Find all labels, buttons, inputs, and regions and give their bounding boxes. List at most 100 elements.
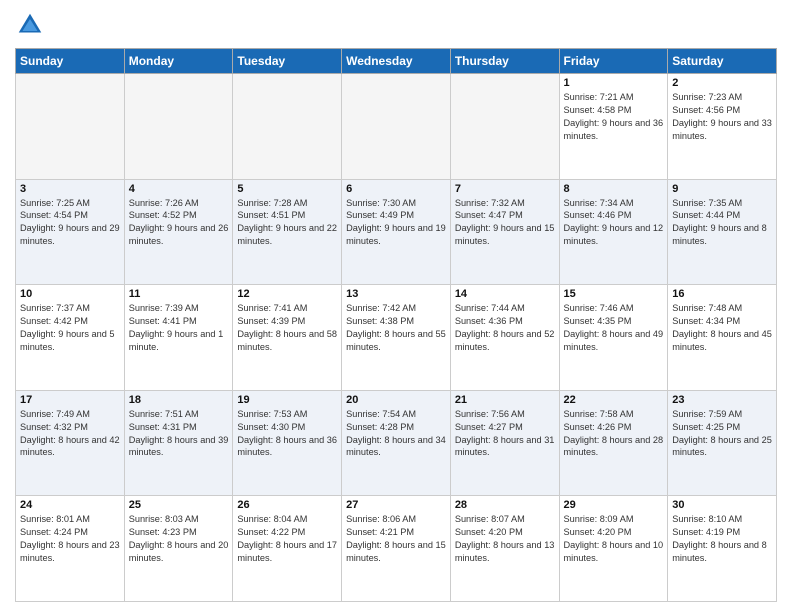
day-info: Sunrise: 7:46 AMSunset: 4:35 PMDaylight:…: [564, 302, 664, 354]
day-number: 2: [672, 77, 772, 89]
calendar-cell: 30 Sunrise: 8:10 AMSunset: 4:19 PMDayligh…: [668, 496, 777, 602]
calendar-cell: 18Sunrise: 7:51 AMSunset: 4:31 PMDayligh…: [124, 390, 233, 496]
day-info: Sunrise: 7:53 AMSunset: 4:30 PMDaylight:…: [237, 408, 337, 460]
day-info: Sunrise: 8:10 AMSunset: 4:19 PMDaylight:…: [672, 513, 772, 565]
day-info: Sunrise: 7:56 AMSunset: 4:27 PMDaylight:…: [455, 408, 555, 460]
calendar-cell: [342, 74, 451, 180]
day-number: 28: [455, 499, 555, 511]
day-number: 3: [20, 183, 120, 195]
day-number: 21: [455, 394, 555, 406]
day-info: Sunrise: 7:26 AMSunset: 4:52 PMDaylight:…: [129, 197, 229, 249]
day-info: Sunrise: 7:30 AMSunset: 4:49 PMDaylight:…: [346, 197, 446, 249]
day-info: Sunrise: 8:07 AMSunset: 4:20 PMDaylight:…: [455, 513, 555, 565]
calendar-cell: 12 Sunrise: 7:41 AMSunset: 4:39 PMDayligh…: [233, 285, 342, 391]
day-info: Sunrise: 7:21 AMSunset: 4:58 PMDaylight:…: [564, 91, 664, 143]
day-number: 17: [20, 394, 120, 406]
day-number: 6: [346, 183, 446, 195]
day-info: Sunrise: 7:58 AMSunset: 4:26 PMDaylight:…: [564, 408, 664, 460]
weekday-header-monday: Monday: [124, 49, 233, 74]
calendar-cell: 6 Sunrise: 7:30 AMSunset: 4:49 PMDaylight…: [342, 179, 451, 285]
calendar-cell: 11 Sunrise: 7:39 AMSunset: 4:41 PMDayligh…: [124, 285, 233, 391]
day-number: 14: [455, 288, 555, 300]
week-row-4: 17 Sunrise: 7:49 AMSunset: 4:32 PMDayligh…: [16, 390, 777, 496]
header: [15, 10, 777, 40]
day-info: Sunrise: 7:59 AMSunset: 4:25 PMDaylight:…: [672, 408, 772, 460]
calendar-cell: [124, 74, 233, 180]
day-info: Sunrise: 7:41 AMSunset: 4:39 PMDaylight:…: [237, 302, 337, 354]
day-info: Sunrise: 8:04 AMSunset: 4:22 PMDaylight:…: [237, 513, 337, 565]
day-info: Sunrise: 7:28 AMSunset: 4:51 PMDaylight:…: [237, 197, 337, 249]
calendar-cell: 29 Sunrise: 8:09 AMSunset: 4:20 PMDayligh…: [559, 496, 668, 602]
day-info: Sunrise: 7:49 AMSunset: 4:32 PMDaylight:…: [20, 408, 120, 460]
day-info: Sunrise: 7:34 AMSunset: 4:46 PMDaylight:…: [564, 197, 664, 249]
calendar-cell: [233, 74, 342, 180]
calendar-cell: [450, 74, 559, 180]
day-number: 1: [564, 77, 664, 89]
day-info: Sunrise: 7:54 AMSunset: 4:28 PMDaylight:…: [346, 408, 446, 460]
week-row-3: 10Sunrise: 7:37 AMSunset: 4:42 PMDayligh…: [16, 285, 777, 391]
calendar-cell: [16, 74, 125, 180]
calendar-cell: 16 Sunrise: 7:48 AMSunset: 4:34 PMDayligh…: [668, 285, 777, 391]
day-number: 25: [129, 499, 229, 511]
day-number: 9: [672, 183, 772, 195]
calendar-cell: 1 Sunrise: 7:21 AMSunset: 4:58 PMDaylight…: [559, 74, 668, 180]
page: SundayMondayTuesdayWednesdayThursdayFrid…: [0, 0, 792, 612]
weekday-header-saturday: Saturday: [668, 49, 777, 74]
calendar-cell: 20 Sunrise: 7:54 AMSunset: 4:28 PMDayligh…: [342, 390, 451, 496]
weekday-header-row: SundayMondayTuesdayWednesdayThursdayFrid…: [16, 49, 777, 74]
calendar-cell: 7 Sunrise: 7:32 AMSunset: 4:47 PMDaylight…: [450, 179, 559, 285]
calendar-cell: 21 Sunrise: 7:56 AMSunset: 4:27 PMDayligh…: [450, 390, 559, 496]
week-row-1: 1 Sunrise: 7:21 AMSunset: 4:58 PMDaylight…: [16, 74, 777, 180]
calendar-cell: 27 Sunrise: 8:06 AMSunset: 4:21 PMDayligh…: [342, 496, 451, 602]
calendar-cell: 13 Sunrise: 7:42 AMSunset: 4:38 PMDayligh…: [342, 285, 451, 391]
day-number: 29: [564, 499, 664, 511]
day-info: Sunrise: 7:42 AMSunset: 4:38 PMDaylight:…: [346, 302, 446, 354]
day-number: 27: [346, 499, 446, 511]
day-number: 4: [129, 183, 229, 195]
day-number: 30: [672, 499, 772, 511]
day-info: Sunrise: 7:39 AMSunset: 4:41 PMDaylight:…: [129, 302, 229, 354]
calendar-cell: 25Sunrise: 8:03 AMSunset: 4:23 PMDayligh…: [124, 496, 233, 602]
day-info: Sunrise: 7:32 AMSunset: 4:47 PMDaylight:…: [455, 197, 555, 249]
day-info: Sunrise: 8:06 AMSunset: 4:21 PMDaylight:…: [346, 513, 446, 565]
day-info: Sunrise: 7:51 AMSunset: 4:31 PMDaylight:…: [129, 408, 229, 460]
calendar-cell: 23 Sunrise: 7:59 AMSunset: 4:25 PMDayligh…: [668, 390, 777, 496]
weekday-header-sunday: Sunday: [16, 49, 125, 74]
day-number: 26: [237, 499, 337, 511]
calendar-cell: 9 Sunrise: 7:35 AMSunset: 4:44 PMDaylight…: [668, 179, 777, 285]
day-number: 22: [564, 394, 664, 406]
calendar-cell: 4 Sunrise: 7:26 AMSunset: 4:52 PMDaylight…: [124, 179, 233, 285]
day-info: Sunrise: 7:35 AMSunset: 4:44 PMDaylight:…: [672, 197, 772, 249]
calendar-cell: 8Sunrise: 7:34 AMSunset: 4:46 PMDaylight…: [559, 179, 668, 285]
day-number: 7: [455, 183, 555, 195]
weekday-header-tuesday: Tuesday: [233, 49, 342, 74]
day-info: Sunrise: 8:09 AMSunset: 4:20 PMDaylight:…: [564, 513, 664, 565]
day-number: 11: [129, 288, 229, 300]
day-number: 23: [672, 394, 772, 406]
calendar-cell: 19Sunrise: 7:53 AMSunset: 4:30 PMDayligh…: [233, 390, 342, 496]
day-info: Sunrise: 7:44 AMSunset: 4:36 PMDaylight:…: [455, 302, 555, 354]
calendar-cell: 28 Sunrise: 8:07 AMSunset: 4:20 PMDayligh…: [450, 496, 559, 602]
day-info: Sunrise: 7:48 AMSunset: 4:34 PMDaylight:…: [672, 302, 772, 354]
weekday-header-friday: Friday: [559, 49, 668, 74]
logo: [15, 10, 49, 40]
calendar-cell: 3Sunrise: 7:25 AMSunset: 4:54 PMDaylight…: [16, 179, 125, 285]
day-info: Sunrise: 7:23 AMSunset: 4:56 PMDaylight:…: [672, 91, 772, 143]
day-number: 15: [564, 288, 664, 300]
day-info: Sunrise: 8:01 AMSunset: 4:24 PMDaylight:…: [20, 513, 120, 565]
day-number: 16: [672, 288, 772, 300]
calendar-cell: 24Sunrise: 8:01 AMSunset: 4:24 PMDayligh…: [16, 496, 125, 602]
calendar-cell: 10Sunrise: 7:37 AMSunset: 4:42 PMDayligh…: [16, 285, 125, 391]
day-info: Sunrise: 7:37 AMSunset: 4:42 PMDaylight:…: [20, 302, 120, 354]
calendar-cell: 5Sunrise: 7:28 AMSunset: 4:51 PMDaylight…: [233, 179, 342, 285]
calendar-cell: 15 Sunrise: 7:46 AMSunset: 4:35 PMDayligh…: [559, 285, 668, 391]
day-number: 20: [346, 394, 446, 406]
calendar-cell: 2 Sunrise: 7:23 AMSunset: 4:56 PMDaylight…: [668, 74, 777, 180]
calendar-cell: 22 Sunrise: 7:58 AMSunset: 4:26 PMDayligh…: [559, 390, 668, 496]
day-number: 12: [237, 288, 337, 300]
day-number: 13: [346, 288, 446, 300]
week-row-5: 24Sunrise: 8:01 AMSunset: 4:24 PMDayligh…: [16, 496, 777, 602]
week-row-2: 3Sunrise: 7:25 AMSunset: 4:54 PMDaylight…: [16, 179, 777, 285]
calendar-table: SundayMondayTuesdayWednesdayThursdayFrid…: [15, 48, 777, 602]
logo-icon: [15, 10, 45, 40]
